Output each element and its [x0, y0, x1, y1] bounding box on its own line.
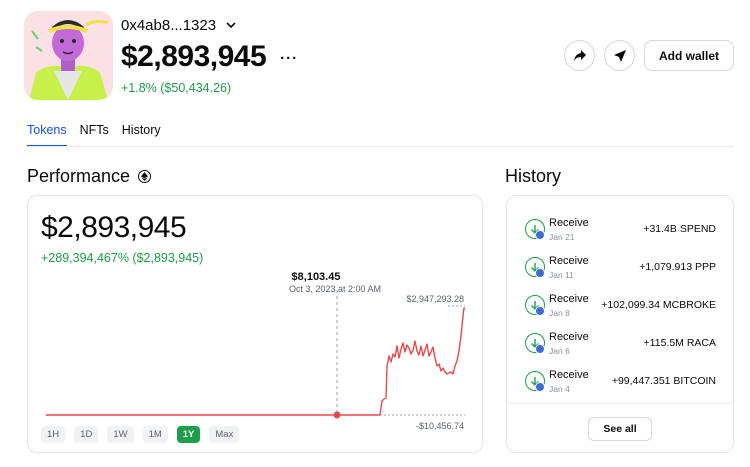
history-item[interactable]: Receive Jan 21 +31.4B SPEND [507, 213, 735, 247]
range-max[interactable]: Max [209, 426, 240, 443]
history-item-amount: +31.4B SPEND [643, 223, 716, 235]
history-item[interactable]: Receive Jan 6 +115.5M RACA [507, 327, 735, 361]
see-all-button[interactable]: See all [588, 417, 652, 441]
balance-row: $2,893,945 ··· [121, 40, 298, 74]
network-badge-icon [535, 344, 545, 354]
history-item-date: Jan 21 [549, 232, 575, 242]
history-item-amount: +1,079.913 PPP [639, 261, 716, 273]
history-item-label: Receive [549, 369, 589, 381]
chart-min-label: -$10,456.74 [416, 421, 464, 431]
history-item-label: Receive [549, 217, 589, 229]
history-item-label: Receive [549, 293, 589, 305]
history-card: Receive Jan 21 +31.4B SPEND Receive Jan … [506, 195, 734, 453]
wallet-address: 0x4ab8...1323 [121, 17, 217, 34]
wallet-balance: $2,893,945 [121, 40, 267, 73]
time-range-selector: 1H 1D 1W 1M 1Y Max [41, 426, 240, 443]
history-title: History [505, 166, 562, 186]
avatar-art [24, 11, 113, 100]
network-badge-icon [535, 306, 545, 316]
network-badge-icon [535, 382, 545, 392]
history-item-date: Jan 8 [549, 308, 570, 318]
chart-tooltip-date: Oct 3, 2023 at 2:00 AM [289, 284, 381, 294]
history-item-amount: +102,099.34 MCBROKE [601, 299, 716, 311]
chart-tooltip-value: $8,103.45 [292, 271, 341, 283]
history-item-amount: +115.5M RACA [643, 337, 716, 349]
tab-nfts[interactable]: NFTs [80, 123, 109, 147]
history-item-label: Receive [549, 331, 589, 343]
performance-card: $2,893,945 +289,394,467% ($2,893,945) $8… [27, 195, 483, 453]
tab-history[interactable]: History [122, 123, 161, 147]
range-1y[interactable]: 1Y [176, 426, 201, 443]
chevron-down-icon[interactable] [224, 19, 238, 33]
history-item-amount: +99,447.351 BITCOIN [611, 375, 716, 387]
chart-max-label: $2,947,293.28 [406, 294, 464, 304]
history-item-date: Jan 4 [549, 384, 570, 394]
more-options-button[interactable]: ··· [280, 50, 298, 67]
chart-hover-point[interactable] [333, 411, 341, 419]
range-1m[interactable]: 1M [142, 426, 168, 443]
range-1w[interactable]: 1W [107, 426, 134, 443]
share-icon [573, 50, 586, 61]
tab-bar: Tokens NFTs History [27, 123, 174, 147]
performance-title: Performance [27, 166, 131, 186]
history-item-label: Receive [549, 255, 589, 267]
address-row[interactable]: 0x4ab8...1323 [121, 17, 238, 34]
ethereum-icon[interactable] [138, 170, 152, 183]
network-badge-icon [535, 268, 545, 278]
history-divider [507, 403, 733, 404]
share-button[interactable] [564, 40, 595, 71]
range-1h[interactable]: 1H [41, 426, 66, 443]
wallet-avatar [24, 11, 113, 100]
send-button[interactable] [604, 40, 635, 71]
send-arrow-icon [613, 49, 626, 62]
history-item[interactable]: Receive Jan 8 +102,099.34 MCBROKE [507, 289, 735, 323]
range-1d[interactable]: 1D [74, 426, 99, 443]
performance-heading: Performance [27, 166, 152, 187]
tab-tokens[interactable]: Tokens [27, 123, 67, 147]
history-item-date: Jan 6 [549, 346, 570, 356]
chart-price-line [379, 307, 466, 416]
tab-divider [27, 146, 734, 147]
performance-chart[interactable]: $8,103.45 Oct 3, 2023 at 2:00 AM $2,947,… [28, 196, 484, 454]
add-wallet-button[interactable]: Add wallet [644, 40, 734, 71]
balance-change: +1.8% ($50,434.26) [121, 81, 232, 95]
history-item-date: Jan 11 [549, 270, 574, 280]
network-badge-icon [535, 230, 545, 240]
history-item[interactable]: Receive Jan 4 +99,447.351 BITCOIN [507, 365, 735, 399]
history-item[interactable]: Receive Jan 11 +1,079.913 PPP [507, 251, 735, 285]
